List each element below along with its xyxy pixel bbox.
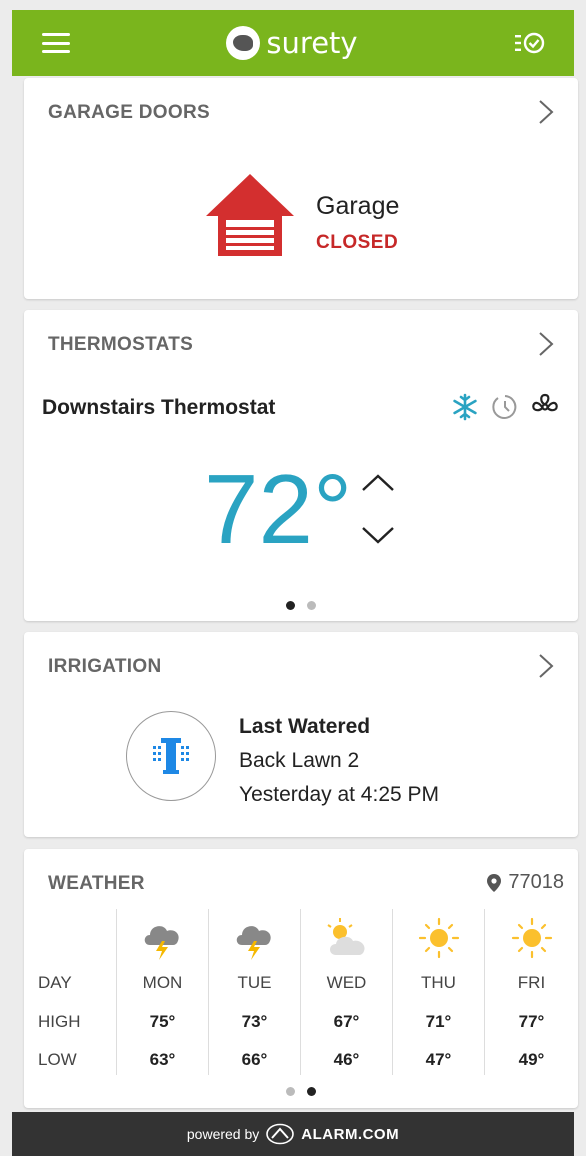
low-row-label: LOW [38, 1050, 77, 1069]
forecast-high: 67° [333, 1012, 360, 1031]
garage-name: Garage [316, 192, 400, 220]
weather-section-title: WEATHER [48, 873, 145, 894]
irrigation-card: IRRIGATION Last Watered Back Lawn 2 Yest… [24, 632, 578, 837]
forecast-high: 75° [149, 1012, 176, 1031]
app-brand: surety [266, 26, 358, 60]
irrigation-label: Last Watered [239, 715, 371, 738]
forecast-day: WED [326, 973, 367, 992]
zip-code: 77018 [508, 871, 564, 893]
top-bar: surety [12, 10, 574, 76]
thermostats-card: THERMOSTATS Downstairs Thermostat 72° [24, 310, 578, 621]
garage-status: CLOSED [316, 232, 399, 253]
pager-dot[interactable] [286, 1087, 295, 1096]
chevron-right-icon[interactable] [536, 652, 556, 680]
thermostat-mode-icons [450, 392, 560, 422]
garage-door-icon[interactable] [204, 170, 296, 262]
irrigation-info: Last Watered Back Lawn 2 Yesterday at 4:… [239, 710, 439, 812]
schedule-icon[interactable] [490, 392, 520, 422]
fan-icon[interactable] [530, 392, 560, 422]
snowflake-icon[interactable] [450, 392, 480, 422]
forecast-high: 73° [241, 1012, 268, 1031]
footer: powered by ALARM.COM [12, 1112, 574, 1156]
forecast-day: THU [421, 973, 456, 992]
irrigation-section-title: IRRIGATION [48, 656, 162, 677]
surety-logo-icon [226, 26, 261, 60]
forecast-day-thu: THU 71° 47° [392, 909, 484, 1075]
chevron-right-icon[interactable] [536, 330, 556, 358]
forecast-low: 49° [518, 1050, 545, 1069]
forecast-day-wed: WED 67° 46° [300, 909, 392, 1075]
forecast-day: MON [142, 973, 183, 992]
forecast-low: 46° [333, 1050, 360, 1069]
forecast-low: 47° [425, 1050, 452, 1069]
thermostat-name: Downstairs Thermostat [42, 396, 276, 419]
thermostat-pager[interactable] [286, 601, 316, 610]
irrigation-zone: Back Lawn 2 [239, 749, 360, 772]
temp-decrease-button[interactable] [358, 522, 398, 550]
thunderstorm-icon [144, 926, 179, 960]
app-logo: surety [226, 26, 358, 60]
high-row-label: HIGH [38, 1012, 81, 1031]
sprinkler-icon[interactable] [126, 711, 216, 801]
weather-forecast: DAY HIGH LOW MON 75° 63° TUE 73° 66° WED… [24, 909, 578, 1075]
forecast-low: 66° [241, 1050, 268, 1069]
forecast-day-fri: FRI 77° 49° [484, 909, 578, 1075]
forecast-day-tue: TUE 73° 66° [208, 909, 300, 1075]
sun-icon [511, 917, 552, 959]
location-pin-icon [487, 873, 502, 892]
garage-section-title: GARAGE DOORS [48, 102, 210, 123]
pager-dot[interactable] [286, 601, 295, 610]
temp-increase-button[interactable] [358, 468, 398, 496]
day-row-label: DAY [38, 973, 72, 992]
current-temperature: 72° [204, 454, 353, 564]
footer-brand: ALARM.COM [301, 1125, 400, 1143]
weather-location[interactable]: 77018 [486, 871, 564, 894]
forecast-day: TUE [237, 973, 272, 992]
garage-doors-card: GARAGE DOORS Garage CLOSED [24, 78, 578, 299]
pager-dot[interactable] [307, 601, 316, 610]
task-list-icon[interactable] [514, 30, 546, 56]
thunderstorm-icon [236, 926, 271, 960]
forecast-high: 71° [425, 1012, 452, 1031]
forecast-low: 63° [149, 1050, 176, 1069]
weather-pager[interactable] [286, 1087, 316, 1096]
thermostat-section-title: THERMOSTATS [48, 334, 194, 355]
alarm-com-logo-icon [266, 1123, 295, 1145]
sun-icon [418, 917, 459, 959]
footer-prefix: powered by [186, 1126, 260, 1142]
weather-card: WEATHER 77018 DAY HIGH LOW MON 75° 63° T… [24, 849, 578, 1108]
pager-dot[interactable] [307, 1087, 316, 1096]
irrigation-when: Yesterday at 4:25 PM [239, 783, 440, 806]
forecast-high: 77° [518, 1012, 545, 1031]
menu-icon[interactable] [42, 33, 70, 53]
forecast-day: FRI [517, 973, 546, 992]
forecast-day-mon: MON 75° 63° [116, 909, 208, 1075]
partly-cloudy-icon [326, 918, 365, 955]
chevron-right-icon[interactable] [536, 98, 556, 126]
